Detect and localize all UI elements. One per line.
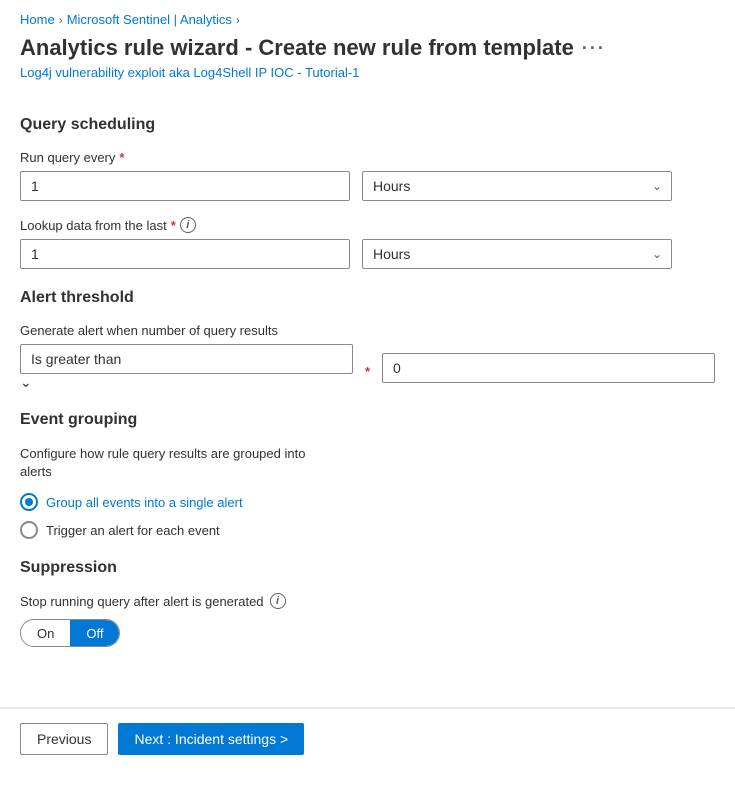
threshold-condition-select[interactable]: Is greater than Is less than Is equal to… xyxy=(20,344,353,374)
suppression-title: Suppression xyxy=(20,559,715,577)
threshold-required-star: * xyxy=(365,364,370,379)
lookup-field-group: Lookup data from the last * i Hours Minu… xyxy=(20,217,715,269)
previous-button[interactable]: Previous xyxy=(20,723,108,755)
content-area: Query scheduling Run query every * Hours… xyxy=(0,116,735,687)
alert-threshold-group: Generate alert when number of query resu… xyxy=(20,323,715,391)
lookup-unit-select[interactable]: Hours Minutes Days xyxy=(362,239,672,269)
lookup-required-star: * xyxy=(171,218,176,233)
radio-group-all-events[interactable]: Group all events into a single alert xyxy=(20,493,715,511)
ellipsis-button[interactable]: ··· xyxy=(582,38,606,59)
radio-trigger-each-event-label: Trigger an alert for each event xyxy=(46,523,220,538)
lookup-value-input[interactable] xyxy=(20,239,350,269)
run-query-required-star: * xyxy=(119,150,124,165)
alert-threshold-fields: Is greater than Is less than Is equal to… xyxy=(20,344,715,391)
threshold-value-wrapper xyxy=(382,353,715,383)
breadcrumb-sep2: › xyxy=(236,13,240,27)
radio-group-all-events-label: Group all events into a single alert xyxy=(46,495,243,510)
alert-threshold-label: Generate alert when number of query resu… xyxy=(20,323,715,338)
run-query-label: Run query every * xyxy=(20,150,715,165)
suppression-label-text: Stop running query after alert is genera… xyxy=(20,594,264,609)
threshold-condition-chevron-icon: ⌄ xyxy=(20,374,32,390)
suppression-info-icon[interactable]: i xyxy=(270,593,286,609)
page-title: Analytics rule wizard - Create new rule … xyxy=(20,35,574,61)
run-query-field-group: Run query every * Hours Minutes Days ⌄ xyxy=(20,150,715,201)
radio-trigger-each-event[interactable]: Trigger an alert for each event xyxy=(20,521,715,539)
lookup-unit-select-wrapper: Hours Minutes Days ⌄ xyxy=(362,239,672,269)
breadcrumb-sentinel[interactable]: Microsoft Sentinel | Analytics xyxy=(67,12,232,27)
page-title-container: Analytics rule wizard - Create new rule … xyxy=(0,31,735,63)
event-grouping-title: Event grouping xyxy=(20,411,715,429)
footer-bar: Previous Next : Incident settings > xyxy=(0,708,735,769)
threshold-value-input[interactable] xyxy=(382,353,715,383)
suppression-toggle-wrapper: On Off xyxy=(20,619,715,647)
radio-group-all-events-dot xyxy=(25,498,33,506)
lookup-info-icon[interactable]: i xyxy=(180,217,196,233)
suppression-toggle-off[interactable]: Off xyxy=(70,620,119,646)
event-grouping-description: Configure how rule query results are gro… xyxy=(20,445,340,481)
run-query-row: Hours Minutes Days ⌄ xyxy=(20,171,715,201)
lookup-row: Hours Minutes Days ⌄ xyxy=(20,239,715,269)
next-button[interactable]: Next : Incident settings > xyxy=(118,723,304,755)
lookup-label: Lookup data from the last * i xyxy=(20,217,715,233)
run-query-unit-select-wrapper: Hours Minutes Days ⌄ xyxy=(362,171,672,201)
suppression-toggle-on[interactable]: On xyxy=(21,620,70,646)
suppression-toggle[interactable]: On Off xyxy=(20,619,120,647)
run-query-value-input[interactable] xyxy=(20,171,350,201)
radio-group-all-events-circle xyxy=(20,493,38,511)
event-grouping-radio-group: Group all events into a single alert Tri… xyxy=(20,493,715,539)
threshold-condition-select-wrapper: Is greater than Is less than Is equal to… xyxy=(20,344,353,391)
breadcrumb: Home › Microsoft Sentinel | Analytics › xyxy=(0,0,735,31)
radio-trigger-each-event-circle xyxy=(20,521,38,539)
suppression-label-row: Stop running query after alert is genera… xyxy=(20,593,715,609)
breadcrumb-home[interactable]: Home xyxy=(20,12,55,27)
breadcrumb-sep1: › xyxy=(59,13,63,27)
run-query-unit-select[interactable]: Hours Minutes Days xyxy=(362,171,672,201)
query-scheduling-title: Query scheduling xyxy=(20,116,715,134)
alert-threshold-title: Alert threshold xyxy=(20,289,715,307)
page-subtitle: Log4j vulnerability exploit aka Log4Shel… xyxy=(0,63,735,96)
